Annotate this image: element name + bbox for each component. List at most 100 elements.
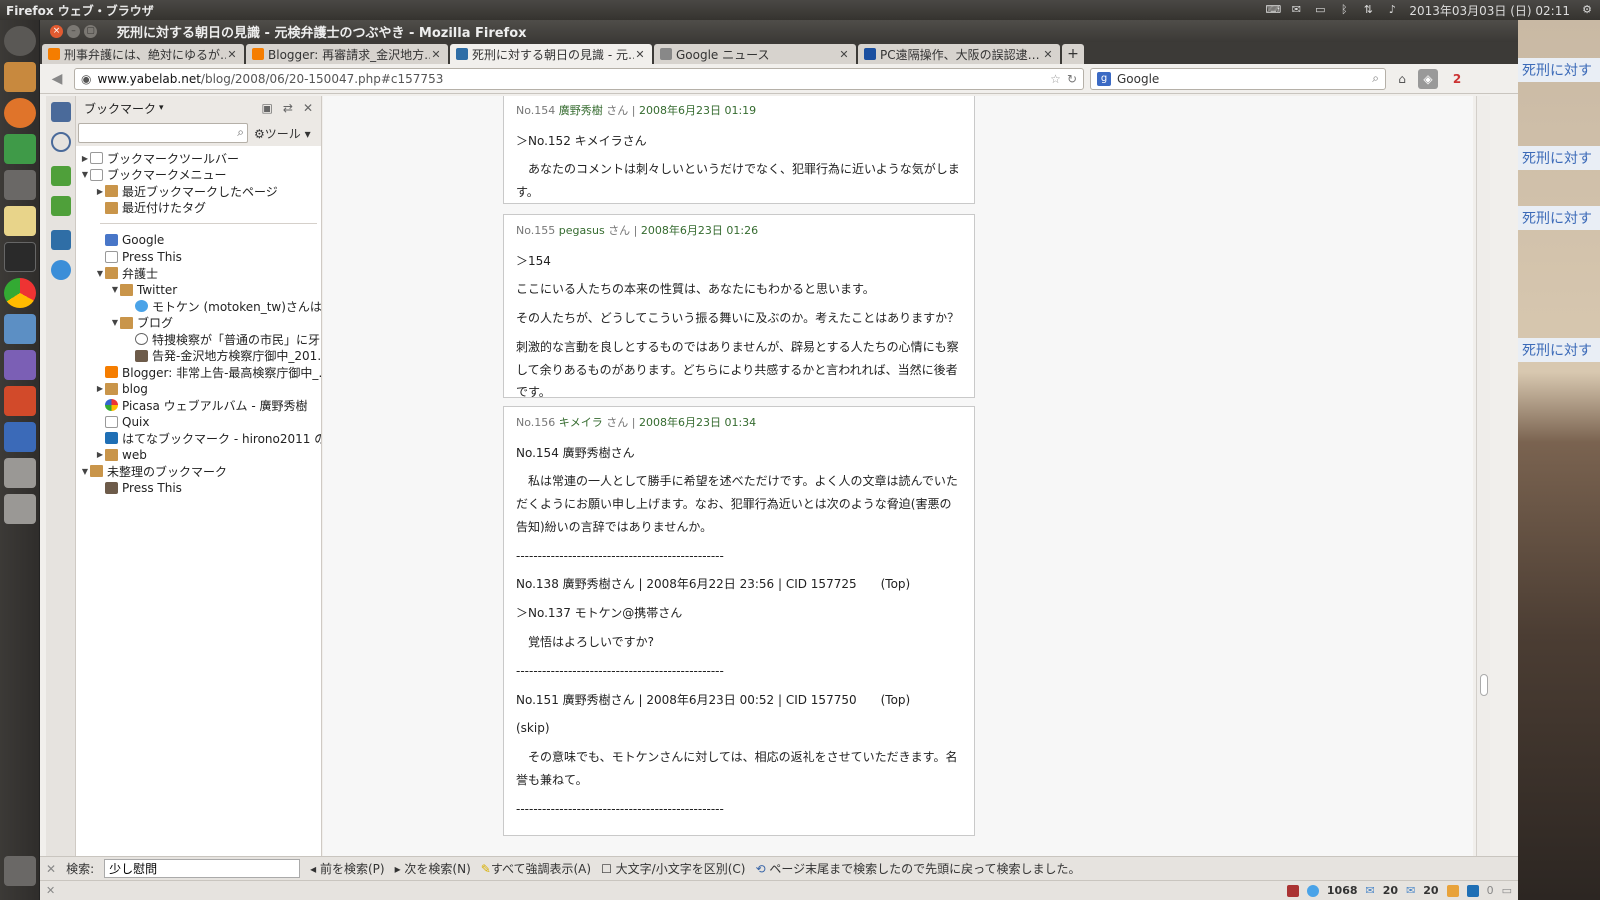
- keyboard-icon[interactable]: ⌨: [1265, 4, 1281, 16]
- close-statusbar-icon[interactable]: ✕: [46, 884, 55, 897]
- minimize-window-icon[interactable]: –: [67, 24, 80, 38]
- expand-twisty-icon[interactable]: ▶: [95, 384, 105, 393]
- chrome-icon[interactable]: [4, 278, 36, 308]
- bookmark-item[interactable]: Picasa ウェブアルバム - 廣野秀樹: [76, 397, 321, 414]
- trash-icon[interactable]: [4, 856, 36, 886]
- highlight-all-button[interactable]: ✎すべて強調表示(A): [481, 860, 591, 877]
- search-bar[interactable]: g Google ⌕: [1090, 67, 1386, 90]
- google-engine-icon[interactable]: g: [1097, 71, 1111, 86]
- expand-twisty-icon[interactable]: ▶: [95, 450, 105, 459]
- bookmark-item[interactable]: ▼ ブックマークメニュー: [76, 167, 321, 184]
- home-icon[interactable]: ⌂: [1392, 69, 1412, 89]
- maximize-window-icon[interactable]: ▢: [84, 24, 97, 38]
- comment-permalink[interactable]: 2008年6月23日 01:34: [639, 416, 756, 429]
- volume-icon[interactable]: ♪: [1385, 4, 1399, 16]
- tab-close-icon[interactable]: ✕: [430, 48, 442, 61]
- bookmark-item[interactable]: ▼ Twitter: [76, 282, 321, 299]
- battery-icon[interactable]: ▭: [1313, 4, 1327, 16]
- site-identity-icon[interactable]: ◉: [81, 72, 91, 86]
- drive-icon[interactable]: [4, 494, 36, 524]
- comment-author[interactable]: キメイラ: [559, 416, 603, 429]
- settings-gear-icon[interactable]: ⚙: [1580, 4, 1594, 16]
- terminal-icon[interactable]: [4, 242, 36, 272]
- info-icon[interactable]: [51, 260, 71, 280]
- new-tab-button[interactable]: +: [1062, 44, 1084, 64]
- bookmark-item[interactable]: ▼ 弁護士: [76, 265, 321, 282]
- search-icon[interactable]: ⌕: [1372, 71, 1379, 86]
- bookmark-item[interactable]: Blogger: 非常上告-最高検察庁御中_…: [76, 364, 321, 381]
- find-previous-button[interactable]: ◂ 前を検索(P): [310, 860, 384, 877]
- expand-twisty-icon[interactable]: ▼: [110, 285, 120, 294]
- tab-0[interactable]: 刑事弁護には、絶対にゆるが… ✕: [42, 44, 244, 64]
- twitter-status-icon[interactable]: [1306, 884, 1319, 897]
- sync-icon[interactable]: ⇄: [283, 101, 293, 115]
- comment-permalink[interactable]: 2008年6月23日 01:26: [641, 224, 758, 237]
- expand-twisty-icon[interactable]: ▶: [95, 187, 105, 196]
- bookmark-item[interactable]: 最近付けたタグ: [76, 200, 321, 217]
- close-sidebar-icon[interactable]: ✕: [303, 101, 313, 115]
- network-icon[interactable]: ⇅: [1361, 4, 1375, 16]
- match-case-checkbox[interactable]: ☐ 大文字/小文字を区別(C): [601, 860, 745, 877]
- close-findbar-icon[interactable]: ✕: [46, 862, 56, 876]
- addon-status-icon[interactable]: [1286, 884, 1299, 897]
- bookmark-item[interactable]: ▼ ブログ: [76, 315, 321, 332]
- bookmark-item[interactable]: 特捜検察が「普通の市民」に牙…: [76, 331, 321, 348]
- dropdown-arrow-icon[interactable]: ▾: [159, 103, 164, 113]
- scrollbar-thumb[interactable]: [1480, 674, 1488, 696]
- vertical-scrollbar[interactable]: [1476, 96, 1490, 856]
- bookmark-item[interactable]: ▶ 最近ブックマークしたページ: [76, 183, 321, 200]
- history-icon[interactable]: [51, 132, 71, 152]
- text-editor-icon[interactable]: [4, 206, 36, 236]
- spreadsheet-icon[interactable]: [4, 134, 36, 164]
- comment-permalink[interactable]: 2008年6月23日 01:19: [639, 104, 756, 117]
- gmail-notifier-icon[interactable]: 2: [1444, 69, 1470, 89]
- close-window-icon[interactable]: ×: [50, 24, 63, 38]
- find-next-button[interactable]: ▸ 次を検索(N): [395, 860, 471, 877]
- bookmark-manage-icon[interactable]: ▣: [262, 101, 273, 115]
- message-icon[interactable]: ▭: [1502, 884, 1512, 897]
- tab-close-icon[interactable]: ✕: [226, 48, 238, 61]
- comment-author[interactable]: 廣野秀樹: [559, 104, 603, 117]
- firefox-icon[interactable]: [4, 98, 36, 128]
- app-icon[interactable]: [4, 386, 36, 416]
- drive-icon[interactable]: [4, 458, 36, 488]
- app-icon[interactable]: [4, 314, 36, 344]
- downloads-icon[interactable]: [51, 166, 71, 186]
- tools-menu-button[interactable]: ⚙ツール ▾: [254, 125, 311, 142]
- bookmark-item[interactable]: Press This: [76, 480, 321, 497]
- workspace-switcher-icon[interactable]: [4, 422, 36, 452]
- tab-3[interactable]: Google ニュース ✕: [654, 44, 856, 64]
- bookmark-item[interactable]: モトケン (motoken_tw)さんはT…: [76, 298, 321, 315]
- tab-1[interactable]: Blogger: 再審請求_金沢地方… ✕: [246, 44, 448, 64]
- bookmark-item[interactable]: Quix: [76, 414, 321, 431]
- app-icon[interactable]: [4, 350, 36, 380]
- find-input[interactable]: [104, 859, 301, 878]
- bookmark-item[interactable]: ▶ blog: [76, 381, 321, 398]
- bookmark-item[interactable]: Press This: [76, 249, 321, 266]
- expand-twisty-icon[interactable]: ▼: [80, 170, 90, 179]
- dash-icon[interactable]: [4, 26, 36, 56]
- panel-clock[interactable]: 2013年03月03日 (日) 02:11: [1409, 2, 1570, 19]
- extension-icon[interactable]: [51, 230, 71, 250]
- bluetooth-icon[interactable]: ᛒ: [1337, 4, 1351, 16]
- addons-puzzle-icon[interactable]: [51, 196, 71, 216]
- sidebar-title[interactable]: ブックマーク: [84, 100, 156, 117]
- reload-icon[interactable]: ↻: [1067, 72, 1077, 86]
- url-bar[interactable]: ◉ www.yabelab.net/blog/2008/06/20-150047…: [74, 67, 1084, 90]
- expand-twisty-icon[interactable]: ▼: [110, 318, 120, 327]
- bookmarks-panel-icon[interactable]: [51, 102, 71, 122]
- bookmark-search-input[interactable]: ⌕: [78, 123, 248, 143]
- bookmark-item[interactable]: はてなブックマーク - hirono2011 のブ…: [76, 430, 321, 447]
- mail-icon[interactable]: ✉: [1289, 4, 1303, 16]
- tab-close-icon[interactable]: ✕: [1042, 48, 1054, 61]
- bookmark-item[interactable]: ▼ 未整理のブックマーク: [76, 463, 321, 480]
- expand-twisty-icon[interactable]: ▶: [80, 154, 90, 163]
- expand-twisty-icon[interactable]: ▼: [95, 269, 105, 278]
- note-icon[interactable]: [1446, 884, 1459, 897]
- tab-close-icon[interactable]: ✕: [634, 48, 646, 61]
- addon-icon[interactable]: ◈: [1418, 68, 1438, 89]
- system-settings-icon[interactable]: [4, 170, 36, 200]
- hatena-icon[interactable]: [1466, 884, 1479, 897]
- expand-twisty-icon[interactable]: ▼: [80, 467, 90, 476]
- comment-author[interactable]: pegasus: [559, 224, 605, 237]
